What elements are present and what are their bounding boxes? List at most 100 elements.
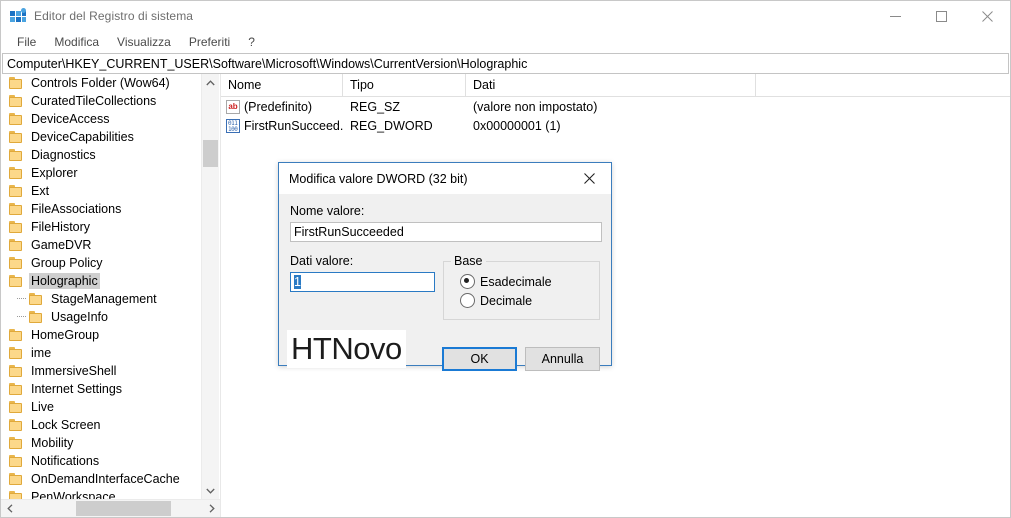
value-name: (Predefinito)	[244, 99, 313, 114]
tree-item-label: DeviceAccess	[31, 112, 110, 126]
radio-esadecimale-label: Esadecimale	[480, 274, 552, 289]
tree-item-label: Live	[31, 400, 54, 414]
value-data-input[interactable]: 1	[290, 272, 435, 292]
folder-icon	[29, 293, 43, 305]
folder-icon	[9, 275, 23, 287]
table-row[interactable]: 011 100 FirstRunSucceed... REG_DWORD 0x00000…	[221, 116, 1010, 135]
scroll-up-icon[interactable]	[202, 74, 219, 91]
column-header-name[interactable]: Nome	[221, 74, 343, 96]
tree-item[interactable]: Lock Screen	[1, 416, 197, 434]
tree-connector-line	[17, 316, 26, 318]
folder-icon	[9, 239, 23, 251]
tree-scroll-thumb[interactable]	[203, 140, 218, 167]
table-row[interactable]: ab (Predefinito) REG_SZ (valore non imposta…	[221, 97, 1010, 116]
tree-item[interactable]: OnDemandInterfaceCache	[1, 470, 197, 488]
tree-item-label: FileHistory	[31, 220, 91, 234]
window-controls	[872, 1, 1010, 31]
base-group-label: Base	[451, 254, 486, 268]
radio-esadecimale-icon	[460, 274, 475, 289]
menu-preferiti[interactable]: Preferiti	[180, 33, 239, 51]
tree-item[interactable]: GameDVR	[1, 236, 197, 254]
scroll-down-icon[interactable]	[202, 482, 219, 499]
tree-item-label: UsageInfo	[51, 310, 108, 324]
tree-item-label: GameDVR	[31, 238, 92, 252]
tree-item[interactable]: UsageInfo	[1, 308, 197, 326]
watermark-htnovo: HTNovo	[287, 330, 406, 368]
tree-item[interactable]: Explorer	[1, 164, 197, 182]
tree-item-label: HomeGroup	[31, 328, 100, 342]
radio-decimale-icon	[460, 293, 475, 308]
tree-vertical-scrollbar[interactable]	[201, 74, 219, 499]
value-name-input[interactable]: FirstRunSucceeded	[290, 222, 602, 242]
menu-visualizza[interactable]: Visualizza	[108, 33, 180, 51]
tree-item-label: DeviceCapabilities	[31, 130, 134, 144]
minimize-button[interactable]	[872, 1, 918, 31]
folder-icon	[9, 437, 23, 449]
radio-esadecimale[interactable]: Esadecimale	[460, 272, 591, 291]
cell-name: ab (Predefinito)	[221, 99, 343, 114]
folder-icon	[9, 185, 23, 197]
tree-hscroll-thumb[interactable]	[76, 501, 171, 516]
tree-item-label: PenWorkspace	[31, 490, 116, 499]
ok-button[interactable]: OK	[442, 347, 517, 371]
tree-item[interactable]: Mobility	[1, 434, 197, 452]
tree-item[interactable]: ImmersiveShell	[1, 362, 197, 380]
tree-item[interactable]: Internet Settings	[1, 380, 197, 398]
address-path: Computer\HKEY_CURRENT_USER\Software\Micr…	[7, 56, 528, 71]
tree-item[interactable]: HomeGroup	[1, 326, 197, 344]
column-header-type[interactable]: Tipo	[343, 74, 466, 96]
tree-item-label: FileAssociations	[31, 202, 122, 216]
dialog-title-bar: Modifica valore DWORD (32 bit)	[279, 163, 611, 194]
tree-item-label: Group Policy	[31, 256, 103, 270]
tree-item[interactable]: StageManagement	[1, 290, 197, 308]
tree-item[interactable]: Diagnostics	[1, 146, 197, 164]
cell-data: 0x00000001 (1)	[473, 118, 561, 133]
folder-icon	[9, 167, 23, 179]
folder-icon	[9, 221, 23, 233]
tree-item[interactable]: FileAssociations	[1, 200, 197, 218]
cancel-button[interactable]: Annulla	[525, 347, 600, 371]
list-header: Nome Tipo Dati	[221, 74, 1010, 97]
menu-file[interactable]: File	[8, 33, 45, 51]
tree-item[interactable]: Controls Folder (Wow64)	[1, 74, 197, 92]
column-header-filler	[756, 74, 1010, 96]
folder-icon	[9, 455, 23, 467]
folder-icon	[9, 491, 23, 499]
value-data-text: 1	[294, 275, 301, 289]
tree-item[interactable]: ime	[1, 344, 197, 362]
tree-item[interactable]: Holographic	[1, 272, 197, 290]
scroll-left-icon[interactable]	[1, 500, 18, 517]
tree-horizontal-scrollbar[interactable]	[1, 499, 220, 517]
value-name-text: FirstRunSucceeded	[294, 225, 404, 239]
folder-icon	[9, 329, 23, 341]
folder-icon	[9, 149, 23, 161]
tree-item[interactable]: DeviceAccess	[1, 110, 197, 128]
menu-modifica[interactable]: Modifica	[45, 33, 108, 51]
radio-decimale[interactable]: Decimale	[460, 291, 591, 310]
tree-item[interactable]: CuratedTileCollections	[1, 92, 197, 110]
tree-item[interactable]: Group Policy	[1, 254, 197, 272]
folder-icon	[9, 419, 23, 431]
tree-item-label: CuratedTileCollections	[31, 94, 157, 108]
folder-icon	[9, 203, 23, 215]
folder-icon	[9, 131, 23, 143]
folder-icon	[9, 383, 23, 395]
maximize-button[interactable]	[918, 1, 964, 31]
column-header-data[interactable]: Dati	[466, 74, 756, 96]
tree-item[interactable]: PenWorkspace	[1, 488, 197, 499]
address-bar[interactable]: Computer\HKEY_CURRENT_USER\Software\Micr…	[2, 53, 1009, 74]
dialog-close-button[interactable]	[567, 163, 611, 193]
menu-help[interactable]: ?	[239, 33, 264, 51]
close-button[interactable]	[964, 1, 1010, 31]
tree-item[interactable]: FileHistory	[1, 218, 197, 236]
scroll-right-icon[interactable]	[203, 500, 220, 517]
dword-value-icon: 011 100	[226, 118, 240, 133]
tree-item-label: Holographic	[29, 273, 100, 289]
edit-dword-dialog: Modifica valore DWORD (32 bit) Nome valo…	[278, 162, 612, 371]
window-title: Editor del Registro di sistema	[34, 9, 194, 23]
tree-item[interactable]: Live	[1, 398, 197, 416]
tree-item[interactable]: Notifications	[1, 452, 197, 470]
tree-item[interactable]: DeviceCapabilities	[1, 128, 197, 146]
tree-item[interactable]: Ext	[1, 182, 197, 200]
folder-icon	[9, 113, 23, 125]
